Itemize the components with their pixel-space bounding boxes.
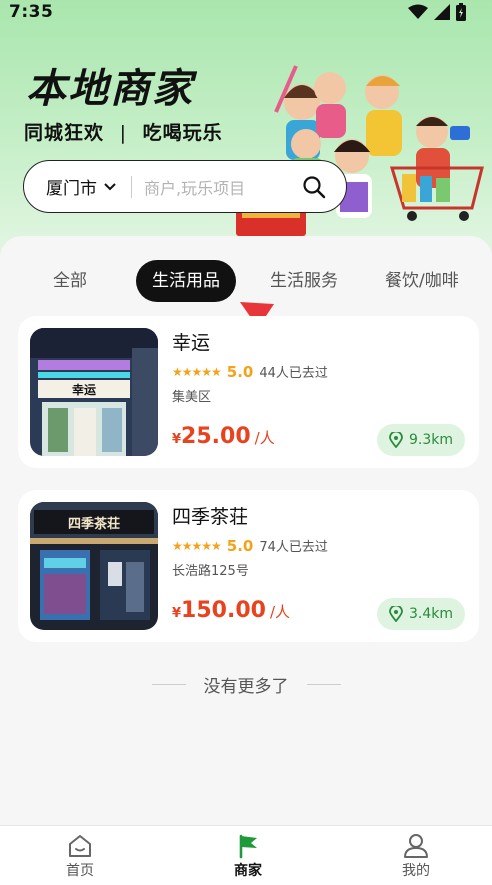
tab-food-coffee[interactable]: 餐饮/咖啡: [385, 260, 459, 302]
end-of-list: 没有更多了: [0, 672, 492, 697]
hero-subtitle: 同城狂欢 | 吃喝玩乐: [24, 118, 223, 145]
hero-banner: 7:35 本地商家 同城狂欢 | 吃喝玩乐 厦门市 商户,玩乐项目: [0, 0, 492, 260]
nav-profile-label: 我的: [402, 863, 430, 879]
divider-line: [306, 684, 341, 685]
price-unit: /人: [254, 429, 275, 447]
user-icon: [404, 834, 428, 858]
divider-line: [151, 684, 186, 685]
merchant-price: ¥ 25.00 /人: [172, 424, 275, 449]
merchant-photo: 四季茶荘: [30, 502, 158, 630]
merchant-rating: ★★★★★ 5.0 74人已去过: [172, 536, 328, 556]
visit-count: 74人已去过: [259, 540, 328, 555]
price-amount: 25.00: [181, 424, 251, 449]
merchant-sign-text: 幸运: [72, 382, 96, 397]
bottom-nav: 首页 商家 我的: [0, 825, 492, 885]
system-icons: [408, 3, 466, 21]
search-icon[interactable]: [302, 175, 326, 199]
merchant-address: 集美区: [172, 390, 212, 405]
rating-score: 5.0: [226, 362, 254, 381]
hero-subtitle-left: 同城狂欢: [24, 122, 105, 144]
merchant-rating: ★★★★★ 5.0 44人已去过: [172, 362, 328, 382]
chevron-down-icon: [104, 182, 116, 190]
merchant-sign-text: 四季茶荘: [68, 516, 120, 532]
no-more-text: 没有更多了: [203, 677, 289, 697]
distance-text: 9.3km: [408, 432, 453, 448]
distance-badge[interactable]: 9.3km: [376, 424, 465, 456]
nav-home-label: 首页: [66, 863, 94, 879]
status-bar: 7:35: [0, 0, 492, 24]
merchant-price: ¥ 150.00 /人: [172, 598, 290, 623]
battery-icon: [456, 3, 466, 21]
tab-daily-goods[interactable]: 生活用品: [136, 260, 236, 302]
signal-icon: [434, 4, 450, 20]
merchant-name: 四季茶荘: [172, 506, 249, 528]
city-selector[interactable]: 厦门市: [46, 174, 117, 199]
nav-home[interactable]: 首页: [40, 832, 120, 880]
wifi-icon: [408, 4, 428, 19]
merchant-name: 幸运: [172, 332, 211, 354]
merchant-photo: 幸运: [30, 328, 158, 456]
merchant-address: 长浩路125号: [172, 564, 249, 579]
nav-profile[interactable]: 我的: [376, 832, 456, 880]
hero-subtitle-right: 吃喝玩乐: [142, 122, 223, 144]
star-rating-icon: ★★★★★: [172, 538, 222, 553]
nav-merchants-label: 商家: [234, 863, 262, 879]
nav-merchants[interactable]: 商家: [208, 832, 288, 880]
flag-icon: [239, 834, 257, 859]
tab-all[interactable]: 全部: [53, 260, 87, 302]
price-currency: ¥: [172, 606, 182, 621]
distance-text: 3.4km: [408, 606, 453, 622]
search-divider: [131, 175, 132, 198]
hero-subtitle-separator: |: [119, 122, 128, 144]
distance-badge[interactable]: 3.4km: [376, 598, 465, 630]
home-icon: [69, 835, 91, 857]
price-unit: /人: [269, 603, 291, 621]
price-currency: ¥: [172, 432, 182, 447]
merchant-card[interactable]: 四季茶荘 四季茶荘 ★★★★★ 5.0 74人已去过 长浩路125号 ¥ 150…: [18, 490, 479, 642]
location-pin-icon: [389, 606, 403, 622]
visit-count: 44人已去过: [259, 366, 328, 381]
merchant-card[interactable]: 幸运 幸运 ★★★★★ 5.0 44人已去过 集美区 ¥ 25.00 /人 9.…: [18, 316, 479, 468]
search-input[interactable]: 商户,玩乐项目: [144, 175, 302, 199]
price-amount: 150.00: [181, 598, 266, 623]
hero-title: 本地商家: [26, 66, 194, 112]
rating-score: 5.0: [226, 536, 254, 555]
location-pin-icon: [389, 432, 403, 448]
star-rating-icon: ★★★★★: [172, 364, 222, 379]
city-label: 厦门市: [46, 179, 97, 199]
search-bar[interactable]: 厦门市 商户,玩乐项目: [23, 160, 347, 213]
status-time: 7:35: [9, 2, 54, 22]
